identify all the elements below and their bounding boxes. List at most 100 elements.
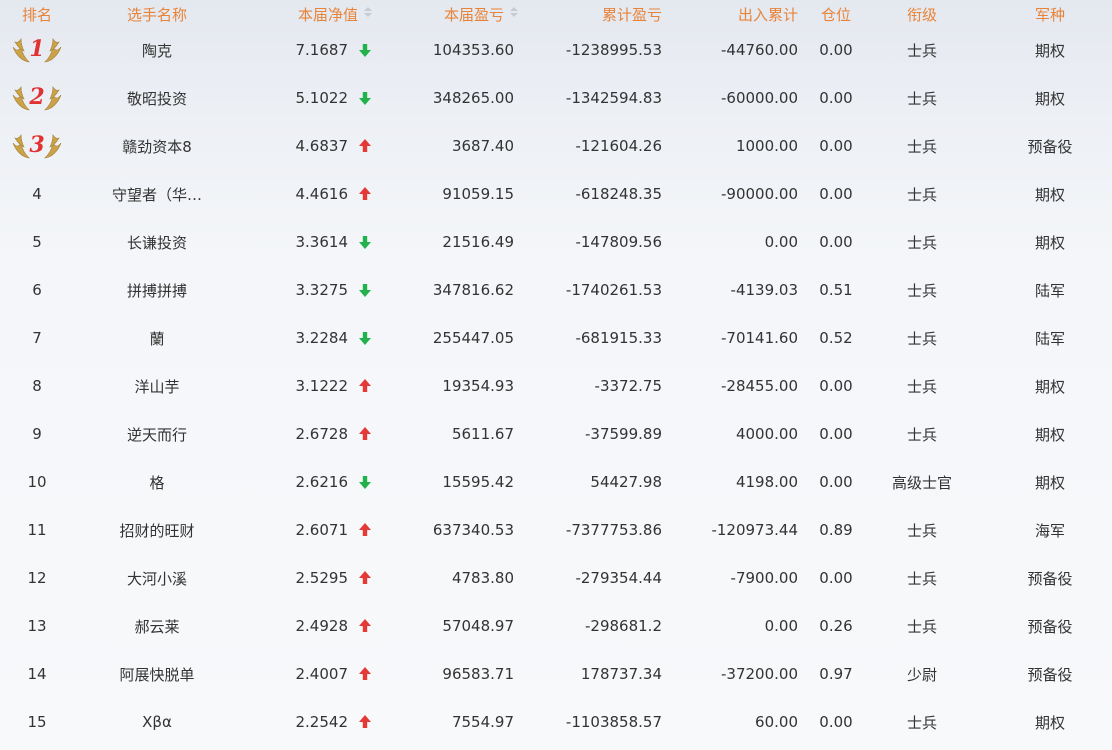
profit-value: 4783.80: [451, 569, 514, 587]
table-header: 排名 选手名称 本届净值 本届盈亏 累计盈亏 出入累计 仓位 衔级 军种: [0, 0, 1112, 26]
player-name[interactable]: 陶克: [96, 26, 218, 74]
player-name[interactable]: 守望者（华…: [96, 170, 218, 218]
rank-number: 8: [32, 377, 42, 395]
profit-value: 104353.60: [432, 41, 514, 59]
player-name[interactable]: 大河小溪: [96, 554, 218, 602]
player-name-text: 大河小溪: [126, 569, 187, 588]
player-name[interactable]: 阿展快脱单: [96, 650, 218, 698]
table-row[interactable]: 3 赣劲资本8 4.6837 3687.40 -121604.26 1000.00 0.00…: [0, 122, 1112, 170]
arrow-down-icon: [359, 476, 371, 489]
arm-value: 期权: [1034, 713, 1065, 732]
nav-value: 3.3275: [295, 281, 349, 299]
arrow-down-icon: [359, 284, 371, 297]
table-row[interactable]: 10 格 2.6216 15595.42 54427.98 4198.00 0.00 高级士官…: [0, 458, 1112, 506]
flow-value: -4139.03: [730, 281, 798, 299]
trend-indicator: [354, 410, 376, 458]
table-row[interactable]: 8 洋山芋 3.1222 19354.93 -3372.75 -28455.00 0.00 士…: [0, 362, 1112, 410]
trend-indicator: [354, 458, 376, 506]
arm-value: 预备役: [1027, 569, 1073, 588]
table-row[interactable]: 12 大河小溪 2.5295 4783.80 -279354.44 -7900.00 0.0…: [0, 554, 1112, 602]
table-row[interactable]: 11 招财的旺财 2.6071 637340.53 -7377753.86 -120973…: [0, 506, 1112, 554]
flow-value: -7900.00: [730, 569, 798, 587]
table-row[interactable]: 13 郝云莱 2.4928 57048.97 -298681.2 0.00 0.26 士兵 预备…: [0, 602, 1112, 650]
player-name[interactable]: 格: [96, 458, 218, 506]
player-name-text: 陶克: [141, 41, 172, 60]
total-profit-value: -1740261.53: [565, 281, 662, 299]
nav-value: 2.6071: [295, 521, 349, 539]
position-value: 0.00: [819, 41, 853, 59]
table-row[interactable]: 6 拼搏拼搏 3.3275 347816.62 -1740261.53 -4139.03 0…: [0, 266, 1112, 314]
level-value: 士兵: [906, 713, 937, 732]
arm-value: 期权: [1034, 41, 1065, 60]
position-value: 0.00: [819, 425, 853, 443]
flow-value: 0.00: [764, 233, 798, 251]
rank-number: 7: [32, 329, 42, 347]
table-row[interactable]: 9 逆天而行 2.6728 5611.67 -37599.89 4000.00 0.00 士兵…: [0, 410, 1112, 458]
total-profit-value: -37599.89: [585, 425, 662, 443]
nav-value: 2.6728: [295, 425, 349, 443]
level-value: 士兵: [906, 233, 937, 252]
flow-value: -60000.00: [721, 89, 798, 107]
trend-indicator: [354, 74, 376, 122]
sort-icon[interactable]: [510, 7, 518, 17]
position-value: 0.51: [819, 281, 853, 299]
player-name[interactable]: 洋山芋: [96, 362, 218, 410]
header-name: 选手名称: [126, 6, 187, 24]
table-row[interactable]: 15 Xβα 2.2542 7554.97 -1103858.57 60.00 0.00 士兵…: [0, 698, 1112, 746]
player-name[interactable]: Xβα: [96, 698, 218, 746]
table-row[interactable]: 7 蘭 3.2284 255447.05 -681915.33 -70141.60 0.52…: [0, 314, 1112, 362]
player-name[interactable]: 拼搏拼搏: [96, 266, 218, 314]
total-profit-value: 178737.34: [580, 665, 662, 683]
arrow-up-icon: [359, 427, 371, 440]
level-value: 士兵: [906, 617, 937, 636]
table-row[interactable]: 4 守望者（华… 4.4616 91059.15 -618248.35 -90000.00…: [0, 170, 1112, 218]
player-name[interactable]: 郝云莱: [96, 602, 218, 650]
level-value: 士兵: [906, 329, 937, 348]
header-arm: 军种: [1034, 6, 1065, 24]
position-value: 0.89: [819, 521, 853, 539]
header-nav-sortable[interactable]: 本届净值: [236, 0, 372, 26]
total-profit-value: -147809.56: [575, 233, 662, 251]
medal-badge: 3: [10, 131, 64, 161]
header-profit-sortable[interactable]: 本届盈亏: [396, 0, 518, 26]
medal-badge: 2: [10, 83, 64, 113]
level-value: 士兵: [906, 185, 937, 204]
player-name[interactable]: 赣劲资本8: [96, 122, 218, 170]
profit-value: 255447.05: [432, 329, 514, 347]
table-row[interactable]: 2 敬昭投资 5.1022 348265.00 -1342594.83 -60000.00…: [0, 74, 1112, 122]
arm-value: 期权: [1034, 233, 1065, 252]
profit-value: 5611.67: [451, 425, 514, 443]
flow-value: -28455.00: [721, 377, 798, 395]
rank-number: 12: [27, 569, 47, 587]
arrow-up-icon: [359, 667, 371, 680]
nav-value: 3.2284: [295, 329, 349, 347]
profit-value: 57048.97: [442, 617, 514, 635]
profit-value: 637340.53: [432, 521, 514, 539]
player-name[interactable]: 招财的旺财: [96, 506, 218, 554]
position-value: 0.97: [819, 665, 853, 683]
rank-number: 1: [29, 36, 45, 62]
arm-value: 期权: [1034, 185, 1065, 204]
header-level: 衔级: [906, 6, 937, 24]
profit-value: 348265.00: [432, 89, 514, 107]
player-name[interactable]: 蘭: [96, 314, 218, 362]
player-name[interactable]: 敬昭投资: [96, 74, 218, 122]
total-profit-value: -1103858.57: [565, 713, 662, 731]
table-row[interactable]: 5 长谦投资 3.3614 21516.49 -147809.56 0.00 0.00 士兵 期…: [0, 218, 1112, 266]
player-name-text: 格: [149, 473, 165, 492]
position-value: 0.26: [819, 617, 853, 635]
header-flow: 出入累计: [737, 6, 798, 24]
flow-value: 0.00: [764, 617, 798, 635]
header-rank: 排名: [21, 6, 52, 24]
rank-medal: 3: [0, 122, 74, 170]
table-row[interactable]: 14 阿展快脱单 2.4007 96583.71 178737.34 -37200.00 0…: [0, 650, 1112, 698]
flow-value: -44760.00: [721, 41, 798, 59]
sort-icon[interactable]: [364, 7, 372, 17]
profit-value: 19354.93: [442, 377, 514, 395]
player-name[interactable]: 长谦投资: [96, 218, 218, 266]
arrow-up-icon: [359, 571, 371, 584]
profit-value: 15595.42: [442, 473, 514, 491]
table-row[interactable]: 1 陶克 7.1687 104353.60 -1238995.53 -44760.00 0.…: [0, 26, 1112, 74]
player-name[interactable]: 逆天而行: [96, 410, 218, 458]
arrow-down-icon: [359, 236, 371, 249]
